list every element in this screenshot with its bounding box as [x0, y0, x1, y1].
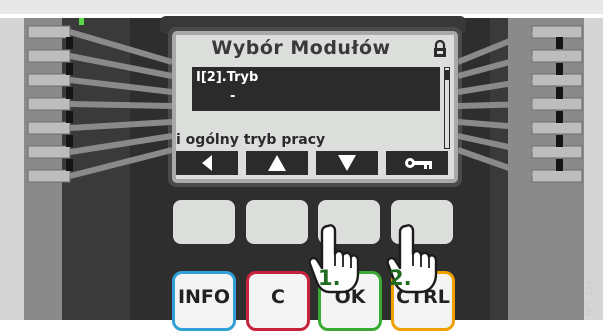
watermark: HPT_ZAE: [585, 280, 594, 316]
lcd-help-text: i ogólny tryb pracy: [176, 132, 326, 148]
step-2-label: 2.: [389, 266, 412, 290]
selected-menu-item[interactable]: I[2].Tryb -: [192, 67, 440, 111]
softkey-up[interactable]: [246, 151, 308, 175]
info-button[interactable]: INFO: [172, 271, 236, 331]
arrow-left-icon: [202, 155, 212, 171]
device-softkey-2[interactable]: [246, 200, 308, 244]
softkey-left[interactable]: [176, 151, 238, 175]
lock-icon: [434, 39, 446, 57]
softkey-down[interactable]: [316, 151, 378, 175]
step-1-label: 1.: [318, 266, 341, 290]
lcd-scrollbar-thumb: [445, 70, 449, 80]
c-button[interactable]: C: [246, 271, 310, 331]
lcd-screen: Wybór Modułów I[2].Tryb - i ogólny tryb …: [176, 35, 454, 179]
arrow-down-icon: [338, 155, 356, 171]
lcd-title: Wybór Modułów: [211, 37, 391, 59]
arrow-up-icon: [268, 155, 286, 171]
key-icon: [405, 158, 432, 169]
device-softkey-1[interactable]: [173, 200, 235, 244]
info-button-label: INFO: [177, 286, 231, 308]
lcd-scrollbar: [444, 67, 450, 149]
c-button-label: C: [271, 286, 285, 308]
menu-item-value: -: [230, 89, 236, 104]
menu-item-label: I[2].Tryb: [196, 70, 259, 85]
softkey-key[interactable]: [386, 151, 448, 175]
device-panel: Wybór Modułów I[2].Tryb - i ogólny tryb …: [0, 0, 603, 331]
